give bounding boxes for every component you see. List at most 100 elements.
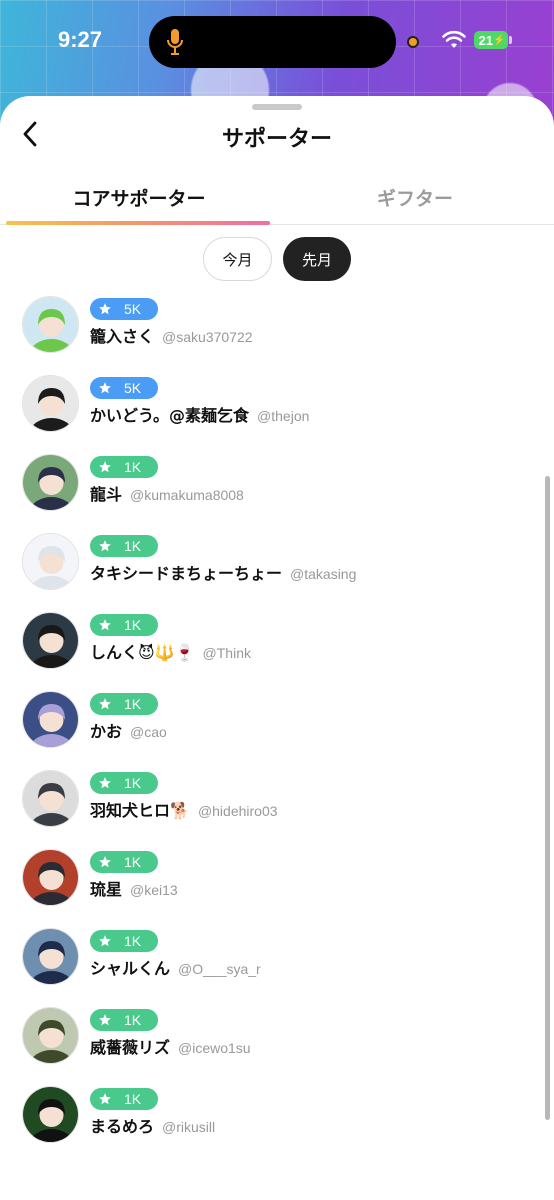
avatar-image: [23, 376, 78, 431]
supporter-handle: @Think: [202, 645, 251, 661]
avatar-image: [23, 850, 78, 905]
supporter-name-line: 羽知犬ヒロ🐕 @hidehiro03: [90, 797, 278, 821]
supporter-name: まるめろ: [90, 1117, 155, 1136]
supporter-row[interactable]: 1K かお @cao: [0, 691, 554, 770]
avatar[interactable]: [22, 928, 79, 985]
supporter-level-badge: 1K: [90, 1088, 158, 1110]
supporter-name: タキシードまちょーちょー: [90, 564, 283, 583]
star-icon: [99, 698, 111, 710]
avatar[interactable]: [22, 533, 79, 590]
badge-amount: 1K: [124, 1091, 142, 1107]
badge-amount: 1K: [124, 933, 142, 949]
wifi-icon: [442, 30, 466, 48]
supporters-sheet: サポーター コアサポーター ギフター 今月 先月 5K 籠入さく @saku370…: [0, 96, 554, 1200]
tab-gifters[interactable]: ギフター: [280, 184, 550, 211]
avatar[interactable]: [22, 454, 79, 511]
supporter-handle: @kei13: [130, 882, 178, 898]
badge-amount: 1K: [124, 854, 142, 870]
avatar-image: [23, 534, 78, 589]
supporter-name-line: シャルくん @O___sya_r: [90, 955, 261, 979]
supporter-name-line: タキシードまちょーちょー @takasing: [90, 560, 356, 584]
supporter-row[interactable]: 1K まるめろ @rikusill: [0, 1086, 554, 1165]
scrollbar[interactable]: [545, 476, 550, 1120]
supporter-level-badge: 1K: [90, 693, 158, 715]
supporter-handle: @cao: [130, 724, 167, 740]
supporter-handle: @kumakuma8008: [130, 487, 244, 503]
star-icon: [99, 1014, 111, 1026]
supporter-name: しんく😈🔱🍷: [90, 643, 195, 662]
star-icon: [99, 461, 111, 473]
badge-amount: 1K: [124, 775, 142, 791]
supporter-name: 籠入さく: [90, 327, 155, 346]
supporter-row[interactable]: 1K 龍斗 @kumakuma8008: [0, 454, 554, 533]
supporter-name: シャルくん: [90, 959, 171, 978]
star-icon: [99, 1093, 111, 1105]
supporter-row[interactable]: 1K 羽知犬ヒロ🐕 @hidehiro03: [0, 770, 554, 849]
avatar[interactable]: [22, 849, 79, 906]
supporter-handle: @thejon: [257, 408, 310, 424]
supporter-level-badge: 5K: [90, 298, 158, 320]
supporter-name: 琉星: [90, 880, 123, 899]
supporter-handle: @O___sya_r: [178, 961, 261, 977]
supporter-row[interactable]: 1K タキシードまちょーちょー @takasing: [0, 533, 554, 612]
battery-indicator: 21 ⚡: [474, 31, 508, 49]
supporter-row[interactable]: 1K しんく😈🔱🍷 @Think: [0, 612, 554, 691]
supporter-row[interactable]: 1K 威薔薇リズ @icewo1su: [0, 1007, 554, 1086]
supporter-handle: @rikusill: [162, 1119, 216, 1135]
star-icon: [99, 777, 111, 789]
avatar-image: [23, 455, 78, 510]
active-tab-indicator: [6, 221, 270, 225]
supporter-name-line: かいどう。@素麺乞食 @thejon: [90, 402, 309, 426]
star-icon: [99, 303, 111, 315]
badge-amount: 1K: [124, 617, 142, 633]
supporter-level-badge: 1K: [90, 614, 158, 636]
star-icon: [99, 540, 111, 552]
avatar[interactable]: [22, 375, 79, 432]
star-icon: [99, 619, 111, 631]
supporter-name-line: かお @cao: [90, 718, 167, 742]
tab-bar: コアサポーター ギフター: [0, 176, 554, 226]
battery-cap: [509, 36, 512, 44]
supporter-handle: @takasing: [290, 566, 357, 582]
avatar[interactable]: [22, 770, 79, 827]
avatar[interactable]: [22, 1086, 79, 1143]
avatar[interactable]: [22, 612, 79, 669]
avatar-image: [23, 692, 78, 747]
supporter-level-badge: 5K: [90, 377, 158, 399]
tab-core-supporters[interactable]: コアサポーター: [4, 184, 274, 211]
avatar[interactable]: [22, 691, 79, 748]
status-time: 9:27: [58, 27, 103, 52]
sheet-grabber[interactable]: [252, 104, 302, 110]
avatar-image: [23, 771, 78, 826]
avatar-image: [23, 929, 78, 984]
badge-amount: 1K: [124, 1012, 142, 1028]
this-month-button[interactable]: 今月: [203, 237, 272, 281]
supporter-name-line: まるめろ @rikusill: [90, 1113, 215, 1137]
dynamic-island: [149, 16, 396, 68]
supporter-row[interactable]: 5K かいどう。@素麺乞食 @thejon: [0, 375, 554, 454]
battery-level: 21: [478, 32, 493, 48]
avatar-image: [23, 613, 78, 668]
badge-amount: 1K: [124, 459, 142, 475]
supporter-name-line: しんく😈🔱🍷 @Think: [90, 639, 251, 663]
supporter-handle: @icewo1su: [178, 1040, 251, 1056]
supporter-level-badge: 1K: [90, 535, 158, 557]
supporter-name: 龍斗: [90, 485, 123, 504]
page-title: サポーター: [221, 127, 332, 152]
supporter-name-line: 籠入さく @saku370722: [90, 323, 253, 347]
supporter-row[interactable]: 5K 籠入さく @saku370722: [0, 296, 554, 375]
supporter-row[interactable]: 1K 琉星 @kei13: [0, 849, 554, 928]
supporter-handle: @saku370722: [162, 329, 253, 345]
supporter-level-badge: 1K: [90, 772, 158, 794]
avatar[interactable]: [22, 296, 79, 353]
avatar[interactable]: [22, 1007, 79, 1064]
supporter-name: かいどう。@素麺乞食: [90, 406, 250, 425]
supporter-level-badge: 1K: [90, 851, 158, 873]
last-month-button[interactable]: 先月: [283, 237, 351, 281]
supporter-row[interactable]: 1K シャルくん @O___sya_r: [0, 928, 554, 1007]
supporter-level-badge: 1K: [90, 930, 158, 952]
avatar-image: [23, 297, 78, 352]
supporter-name: 威薔薇リズ: [90, 1038, 171, 1057]
supporter-name: かお: [90, 722, 123, 741]
supporter-name-line: 威薔薇リズ @icewo1su: [90, 1034, 251, 1058]
